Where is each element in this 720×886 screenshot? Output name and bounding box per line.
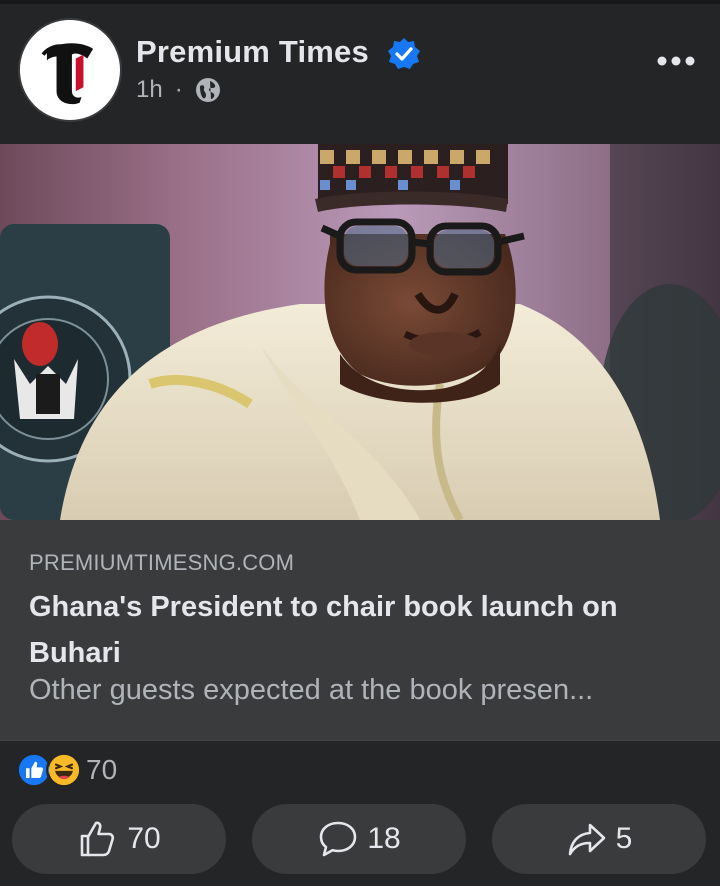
post-meta: 1h · bbox=[136, 76, 221, 104]
page-avatar[interactable] bbox=[18, 18, 122, 122]
thumbs-up-icon bbox=[81, 821, 115, 857]
share-count: 5 bbox=[615, 822, 633, 855]
more-options-icon[interactable] bbox=[654, 46, 698, 76]
reaction-summary[interactable]: 70 bbox=[16, 750, 117, 790]
like-count: 70 bbox=[127, 822, 161, 855]
globe-icon[interactable] bbox=[195, 77, 221, 103]
share-arrow-icon bbox=[568, 823, 605, 856]
haha-reaction-icon bbox=[46, 752, 82, 788]
divider bbox=[0, 740, 720, 741]
comment-bubble-icon bbox=[320, 821, 357, 857]
buhari-photo bbox=[0, 144, 720, 520]
comment-count: 18 bbox=[367, 822, 401, 855]
reaction-count: 70 bbox=[86, 754, 118, 785]
like-button[interactable]: 70 bbox=[12, 804, 226, 874]
link-preview-image[interactable] bbox=[0, 144, 720, 520]
link-domain: PREMIUMTIMESNG.COM bbox=[29, 550, 295, 575]
comment-button[interactable]: 18 bbox=[252, 804, 466, 874]
verified-badge-icon bbox=[388, 38, 420, 69]
meta-separator: · bbox=[174, 76, 183, 103]
link-description: Other guests expected at the book presen… bbox=[29, 674, 594, 706]
post-time[interactable]: 1h bbox=[136, 76, 163, 104]
page-name[interactable]: Premium Times bbox=[136, 34, 369, 70]
share-button[interactable]: 5 bbox=[492, 804, 706, 874]
premium-times-logo-icon bbox=[20, 20, 117, 117]
link-headline[interactable]: Ghana's President to chair book launch o… bbox=[29, 584, 699, 676]
